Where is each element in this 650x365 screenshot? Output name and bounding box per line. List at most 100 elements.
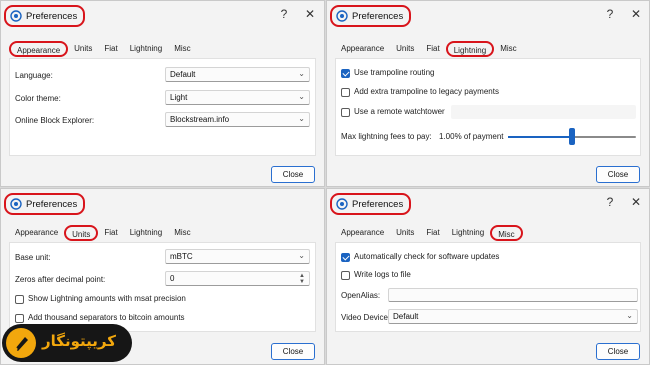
title-highlight: Preferences [330,193,412,215]
close-button[interactable]: Close [271,343,315,360]
decimal-zeros-spinbox[interactable]: 0 ▲ ▼ [165,271,310,286]
write-logs-label: Write logs to file [354,270,411,279]
preferences-window-lightning: Preferences ? ✕ Appearance Units Fiat Li… [326,0,650,187]
video-device-select[interactable]: Default ⌄ [388,309,638,324]
tab-bar: Appearance Units Fiat Lightning Misc [9,39,197,57]
slider-thumb[interactable] [569,128,575,145]
title-bar: Preferences ? ✕ [327,189,649,219]
electrum-app-icon [336,10,348,22]
watchtower-label: Use a remote watchtower [354,107,445,116]
tab-lightning[interactable]: Lightning [445,41,495,57]
close-button[interactable]: Close [596,343,640,360]
auto-update-checkbox[interactable] [341,253,350,262]
tab-misc[interactable]: Misc [168,41,196,57]
chevron-down-icon: ⌄ [298,251,305,260]
tab-bar: Appearance Units Fiat Lightning Misc [9,223,197,241]
msat-precision-label: Show Lightning amounts with msat precisi… [28,294,186,303]
decimal-zeros-label: Zeros after decimal point: [15,275,106,284]
preferences-window-appearance: Preferences ? ✕ Appearance Units Fiat Li… [0,0,325,187]
close-window-button[interactable]: ✕ [629,7,643,21]
tab-panel: Language: Default ⌄ Color theme: Light ⌄… [9,58,316,156]
close-button[interactable]: Close [271,166,315,183]
tab-panel: Automatically check for software updates… [335,242,641,332]
tab-units[interactable]: Units [390,225,420,241]
preferences-window-misc: Preferences ? ✕ Appearance Units Fiat Li… [326,188,650,365]
thousand-separators-checkbox[interactable] [15,314,24,323]
tab-appearance[interactable]: Appearance [335,41,390,57]
watermark-text: کریپتونگار [42,332,116,350]
color-theme-select[interactable]: Light ⌄ [165,90,310,105]
color-theme-value: Light [170,93,188,102]
tab-lightning[interactable]: Lightning [124,225,168,241]
chevron-down-icon: ⌄ [626,311,633,320]
pen-nib-icon [14,337,28,351]
watchtower-checkbox[interactable] [341,108,350,117]
base-unit-value: mBTC [170,252,193,261]
decimal-zeros-value: 0 [170,274,175,283]
language-label: Language: [15,71,53,80]
block-explorer-select[interactable]: Blockstream.info ⌄ [165,112,310,127]
extra-trampoline-checkbox[interactable] [341,88,350,97]
max-fee-label: Max lightning fees to pay: [341,132,432,141]
close-window-button[interactable]: ✕ [303,7,317,21]
tab-appearance[interactable]: Appearance [9,225,64,241]
window-title: Preferences [26,10,78,22]
video-device-label: Video Device: [341,313,391,322]
tab-lightning[interactable]: Lightning [446,225,490,241]
write-logs-checkbox[interactable] [341,271,350,280]
tab-appearance[interactable]: Appearance [335,225,390,241]
tab-units[interactable]: Units [390,41,420,57]
language-select[interactable]: Default ⌄ [165,67,310,82]
tab-fiat[interactable]: Fiat [98,225,123,241]
electrum-app-icon [10,10,22,22]
slider-fill [508,136,572,138]
openalias-label: OpenAlias: [341,291,381,300]
trampoline-label: Use trampoline routing [354,68,435,77]
tab-appearance[interactable]: Appearance [9,41,69,57]
tab-misc[interactable]: Misc [494,41,522,57]
title-highlight: Preferences [4,5,86,27]
tab-panel: Base unit: mBTC ⌄ Zeros after decimal po… [9,242,316,332]
help-button[interactable]: ? [603,195,617,209]
watchtower-url-input[interactable] [451,105,636,119]
title-bar: Preferences ? ✕ [327,1,649,31]
close-button[interactable]: Close [596,166,640,183]
msat-precision-checkbox[interactable] [15,295,24,304]
language-value: Default [170,70,196,79]
logo-mark [6,328,36,358]
chevron-down-icon: ⌄ [298,69,305,78]
window-title: Preferences [352,198,404,210]
tab-misc[interactable]: Misc [168,225,196,241]
auto-update-label: Automatically check for software updates [354,252,500,261]
trampoline-checkbox[interactable] [341,69,350,78]
window-title: Preferences [26,198,78,210]
electrum-app-icon [10,198,22,210]
openalias-input[interactable] [388,288,638,302]
tab-bar: Appearance Units Fiat Lightning Misc [335,223,523,241]
tab-fiat[interactable]: Fiat [420,225,445,241]
title-bar: Preferences [1,189,324,219]
help-button[interactable]: ? [603,7,617,21]
base-unit-select[interactable]: mBTC ⌄ [165,249,310,264]
tab-fiat[interactable]: Fiat [98,41,123,57]
window-title: Preferences [352,10,404,22]
tab-units[interactable]: Units [68,41,98,57]
title-highlight: Preferences [330,5,412,27]
block-explorer-label: Online Block Explorer: [15,116,95,125]
close-window-button[interactable]: ✕ [629,195,643,209]
tab-fiat[interactable]: Fiat [420,41,445,57]
tab-bar: Appearance Units Fiat Lightning Misc [335,39,523,57]
extra-trampoline-label: Add extra trampoline to legacy payments [354,87,499,96]
tab-units[interactable]: Units [64,225,99,241]
tab-lightning[interactable]: Lightning [124,41,168,57]
chevron-down-icon: ⌄ [298,114,305,123]
title-highlight: Preferences [4,193,86,215]
tab-misc[interactable]: Misc [490,225,523,241]
spinner-arrows-icon: ▲ ▼ [299,273,305,285]
base-unit-label: Base unit: [15,253,51,262]
help-button[interactable]: ? [277,7,291,21]
tab-panel: Use trampoline routing Add extra trampol… [335,58,641,156]
thousand-separators-label: Add thousand separators to bitcoin amoun… [28,313,185,322]
chevron-down-icon: ⌄ [298,92,305,101]
watermark-logo: کریپتونگار [2,324,132,362]
